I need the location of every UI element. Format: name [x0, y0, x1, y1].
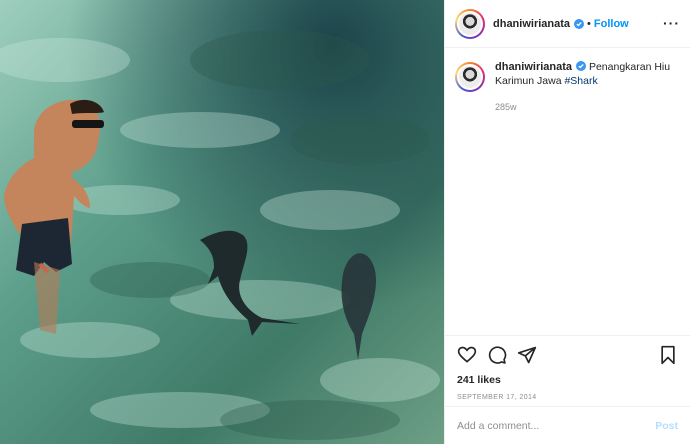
heart-icon[interactable] [457, 345, 477, 365]
post-date[interactable]: SEPTEMBER 17, 2014 [457, 394, 678, 401]
caption-time[interactable]: 285w [495, 102, 690, 112]
action-bar: 241 likes SEPTEMBER 17, 2014 [445, 335, 690, 401]
verified-badge-icon [574, 18, 585, 29]
caption-username[interactable]: dhaniwirianata [495, 61, 572, 73]
follow-button[interactable]: Follow [594, 18, 629, 30]
caption-body: dhaniwirianata Penangkaran Hiu Karimun J… [495, 60, 675, 92]
post-comment-button[interactable]: Post [655, 420, 678, 432]
avatar-image [459, 12, 481, 35]
caption-avatar[interactable] [455, 62, 485, 92]
bookmark-icon[interactable] [658, 345, 678, 365]
comment-icon[interactable] [487, 345, 507, 365]
comment-input[interactable] [457, 419, 656, 432]
username-link[interactable]: dhaniwirianata [493, 18, 570, 30]
comment-bar: Post [445, 406, 690, 444]
verified-badge-icon [576, 61, 587, 71]
post-header: dhaniwirianata • Follow ··· [445, 0, 690, 48]
caption: dhaniwirianata Penangkaran Hiu Karimun J… [445, 48, 690, 92]
post-sidebar: dhaniwirianata • Follow ··· dhaniwiriana… [444, 0, 690, 444]
more-horizontal-icon[interactable]: ··· [663, 15, 680, 31]
post-image [0, 0, 444, 444]
avatar[interactable] [455, 8, 485, 39]
separator-dot: • [587, 17, 591, 30]
send-icon[interactable] [517, 345, 537, 365]
hashtag-link[interactable]: #Shark [564, 75, 597, 87]
likes-count[interactable]: 241 likes [457, 374, 678, 386]
post-photo[interactable] [0, 0, 444, 444]
